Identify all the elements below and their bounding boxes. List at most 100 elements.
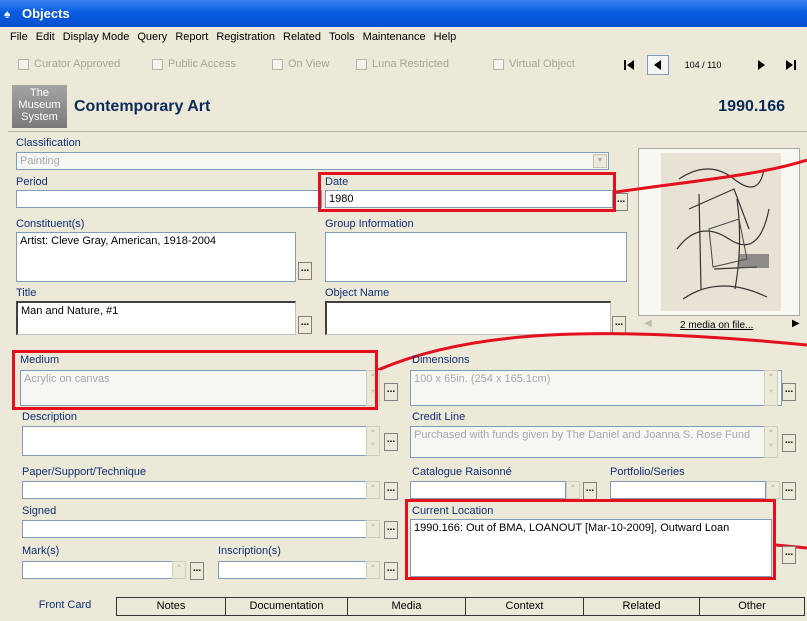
last-record-button[interactable] [780,55,802,75]
next-record-icon [758,60,765,70]
last-record-icon [786,60,796,70]
checkbox[interactable] [272,58,283,70]
catalogue-raisonne-scroll[interactable]: ▲ [566,481,580,499]
title-field[interactable]: Man and Nature, #1 [16,301,296,335]
object-name-label: Object Name [325,287,390,299]
catalogue-raisonne-input[interactable] [410,481,566,499]
marks-input[interactable] [22,561,174,579]
group-information-field[interactable] [325,232,627,282]
next-record-button[interactable] [750,55,772,75]
date-highlight-box [318,172,616,212]
tab-media[interactable]: Media [348,597,466,616]
signed-label: Signed [22,505,57,517]
paper-support-input[interactable] [22,481,368,499]
first-record-button[interactable] [618,55,640,75]
description-label: Description [22,411,78,423]
title-label: Title [16,287,37,299]
media-thumbnail[interactable] [638,148,800,316]
museum-system-logo: The Museum System [12,85,67,128]
date-lookup-button[interactable]: ... [614,193,628,211]
paper-support-lookup-button[interactable]: ... [384,482,398,500]
paper-support-label: Paper/Support/Technique [22,466,147,478]
credit-line-field[interactable]: Purchased with funds given by The Daniel… [410,426,766,458]
flag-curator-approved[interactable]: Curator Approved [18,58,120,70]
classification-label: Classification [16,137,81,149]
menu-tools[interactable]: Tools [329,31,355,43]
signed-scroll[interactable]: ▲ [366,520,380,538]
first-record-icon [624,60,634,70]
tab-context[interactable]: Context [466,597,584,616]
object-name-field[interactable] [325,301,611,335]
tab-other[interactable]: Other [700,597,805,616]
constituents-field[interactable]: Artist: Cleve Gray, American, 1918-2004 [16,232,296,282]
credit-line-scroll[interactable]: ▲ ▼ [764,426,778,458]
menu-edit[interactable]: Edit [36,31,55,43]
inscriptions-label: Inscription(s) [218,545,281,557]
description-lookup-button[interactable]: ... [384,433,398,451]
constituents-label: Constituent(s) [16,218,85,230]
group-information-label: Group Information [325,218,414,230]
previous-record-button[interactable] [647,55,669,75]
inscriptions-lookup-button[interactable]: ... [384,562,398,580]
flag-virtual-object[interactable]: Virtual Object [493,58,575,70]
media-prev-icon[interactable]: ◀ [644,318,652,329]
flag-public-access[interactable]: Public Access [152,58,236,70]
classification-select[interactable]: Painting [16,152,609,170]
menu-related[interactable]: Related [283,31,321,43]
window-title: Objects [22,6,70,21]
catalogue-raisonne-label: Catalogue Raisonné [412,466,512,478]
dimensions-scroll[interactable]: ▲ ▼ [764,370,778,406]
marks-lookup-button[interactable]: ... [190,562,204,580]
record-counter: 104 / 110 [684,60,722,70]
inscriptions-input[interactable] [218,561,368,579]
dimensions-lookup-button[interactable]: ... [782,383,796,401]
current-location-highlight-box [405,499,776,580]
credit-line-lookup-button[interactable]: ... [782,434,796,452]
object-name-lookup-button[interactable]: ... [612,316,626,334]
tab-related[interactable]: Related [584,597,700,616]
checkbox[interactable] [493,58,504,70]
checkbox[interactable] [18,58,29,70]
classification-dropdown-icon[interactable]: ▼ [593,154,607,168]
description-scroll[interactable]: ▲ ▼ [366,426,380,456]
constituents-lookup-button[interactable]: ... [298,262,312,280]
marks-label: Mark(s) [22,545,60,557]
checkbox[interactable] [356,58,367,70]
signed-input[interactable] [22,520,368,538]
menu-report[interactable]: Report [175,31,208,43]
menu-help[interactable]: Help [434,31,457,43]
menu-file[interactable]: File [10,31,28,43]
menu-query[interactable]: Query [137,31,167,43]
portfolio-series-input[interactable] [610,481,766,499]
checkbox[interactable] [152,58,163,70]
portfolio-series-lookup-button[interactable]: ... [782,482,796,500]
menu-display-mode[interactable]: Display Mode [63,31,130,43]
object-number: 1990.166 [718,98,785,115]
credit-line-label: Credit Line [412,411,466,423]
title-lookup-button[interactable]: ... [298,316,312,334]
medium-lookup-button[interactable]: ... [384,383,398,401]
dimensions-field[interactable]: 100 x 65in. (254 x 165.1cm) [410,370,782,406]
paper-support-scroll[interactable]: ▲ [366,481,380,499]
description-field[interactable] [22,426,368,456]
app-icon: ♠ [4,6,11,21]
media-next-icon[interactable]: ▶ [792,318,800,329]
inscriptions-scroll[interactable]: ▲ [366,561,380,579]
flag-luna-restricted[interactable]: Luna Restricted [356,58,449,70]
menu-registration[interactable]: Registration [216,31,275,43]
portfolio-series-scroll[interactable]: ▲ [766,481,780,499]
medium-highlight-box [12,350,378,410]
flag-on-view[interactable]: On View [272,58,329,70]
media-scroll-bar: ◀ 2 media on file... ▶ [638,318,805,334]
menu-maintenance[interactable]: Maintenance [363,31,426,43]
dimensions-label: Dimensions [412,354,470,366]
media-count-link[interactable]: 2 media on file... [680,320,753,331]
tab-notes[interactable]: Notes [116,597,226,616]
tab-front-card[interactable]: Front Card [14,597,116,616]
signed-lookup-button[interactable]: ... [384,521,398,539]
period-input[interactable] [16,190,322,208]
current-location-lookup-button[interactable]: ... [782,546,796,564]
tab-documentation[interactable]: Documentation [226,597,348,616]
catalogue-raisonne-lookup-button[interactable]: ... [583,482,597,500]
marks-scroll[interactable]: ▲ [172,561,186,579]
